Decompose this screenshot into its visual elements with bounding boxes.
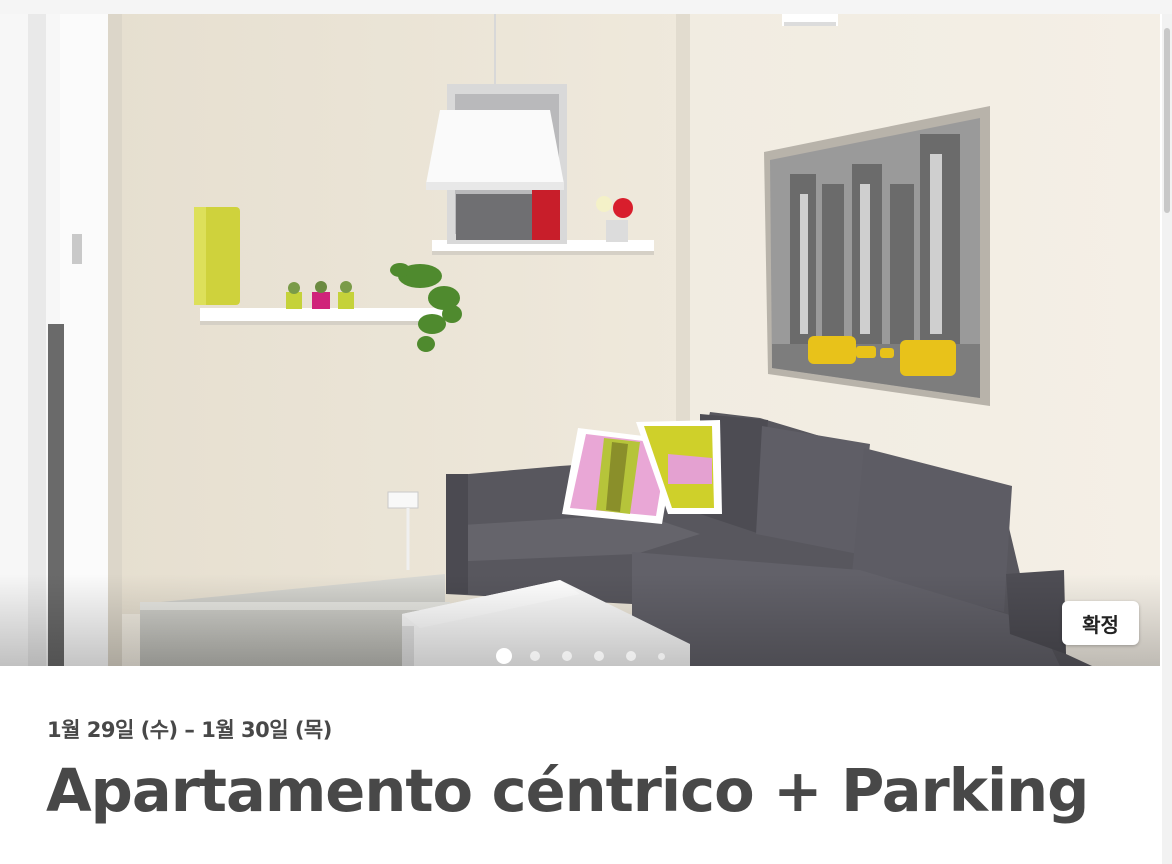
carousel-dot[interactable] bbox=[530, 651, 540, 661]
carousel-dot[interactable] bbox=[562, 651, 572, 661]
listing-photo bbox=[0, 14, 1160, 666]
scrollbar[interactable] bbox=[1162, 14, 1172, 864]
top-bar bbox=[0, 0, 1172, 14]
listing-page: 확정 1월 29일 (수) – 1월 30일 (목) Apartamento c… bbox=[0, 0, 1172, 864]
stay-dates: 1월 29일 (수) – 1월 30일 (목) bbox=[47, 718, 332, 742]
carousel-dot-active[interactable] bbox=[496, 648, 512, 664]
status-badge: 확정 bbox=[1062, 601, 1139, 645]
carousel-dot[interactable] bbox=[658, 652, 665, 660]
carousel-dot[interactable] bbox=[626, 651, 636, 661]
carousel-dot[interactable] bbox=[594, 651, 604, 661]
listing-title: Apartamento céntrico + Parking bbox=[46, 756, 1089, 825]
scrollbar-thumb[interactable] bbox=[1164, 28, 1170, 213]
carousel-dots[interactable] bbox=[496, 646, 665, 666]
photo-carousel[interactable]: 확정 bbox=[0, 14, 1160, 666]
